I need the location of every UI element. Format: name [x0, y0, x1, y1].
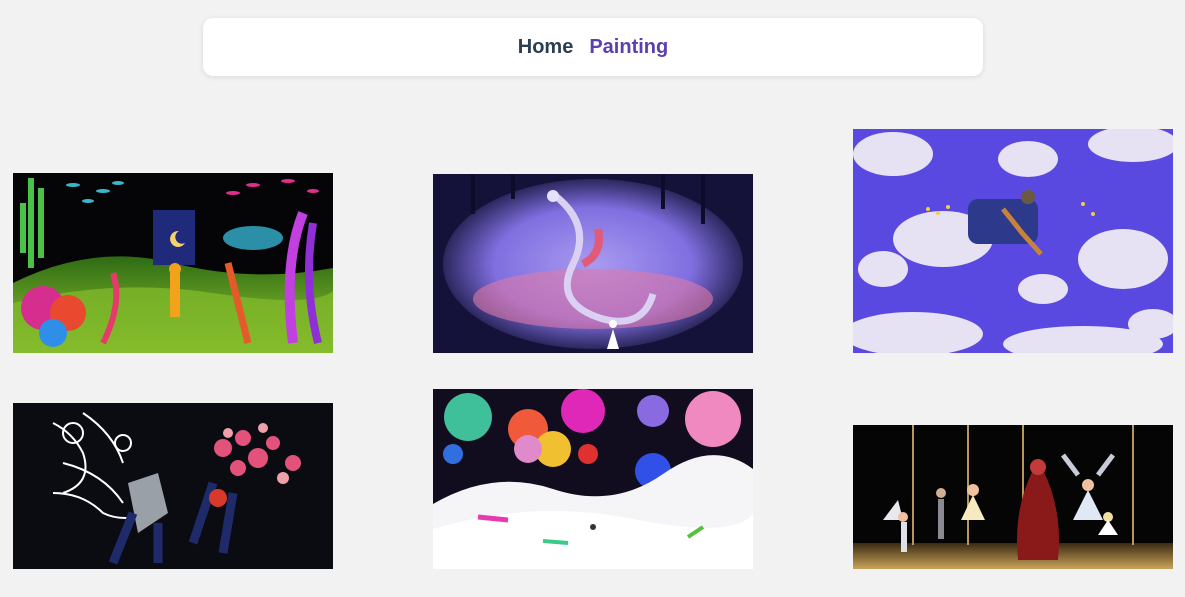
flower-bouquet-art [13, 403, 333, 569]
ballet-dancers-art [853, 425, 1173, 569]
sky-clouds-art [853, 129, 1173, 353]
gallery-image-flower-bouquet[interactable] [13, 403, 333, 569]
gallery-image-ballet-dancers[interactable] [853, 425, 1173, 569]
cosmic-flowers-art [433, 389, 753, 569]
painting-gallery [0, 0, 1185, 597]
dragon-cave-art [433, 174, 753, 353]
gallery-image-cosmic-flowers[interactable] [433, 389, 753, 569]
gallery-image-dragon-cave[interactable] [433, 174, 753, 353]
gallery-image-underwater-garden[interactable] [13, 173, 333, 353]
gallery-image-sky-clouds[interactable] [853, 129, 1173, 353]
underwater-garden-art [13, 173, 333, 353]
